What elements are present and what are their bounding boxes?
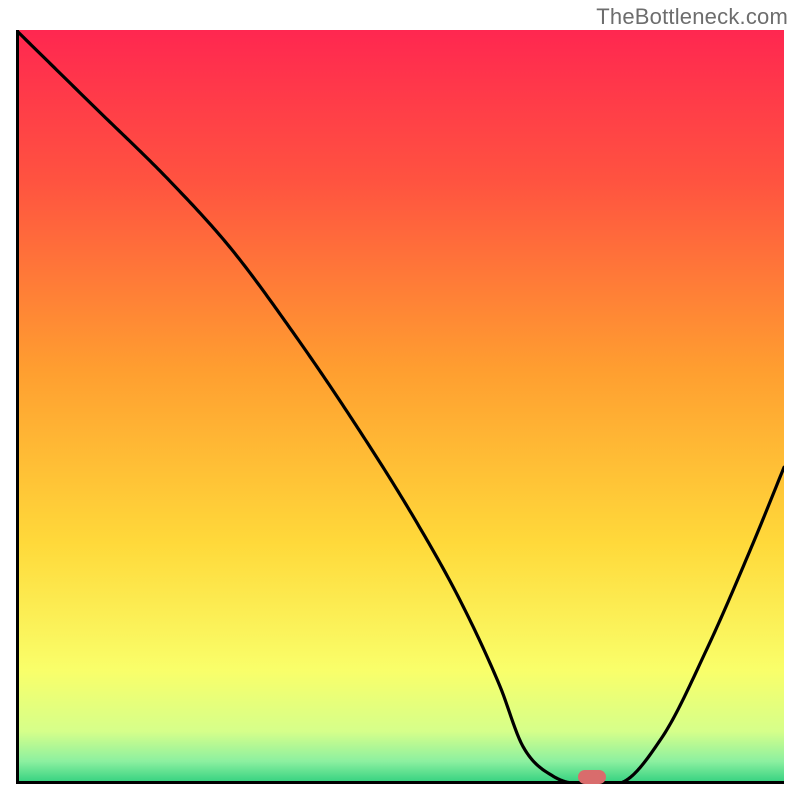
axes bbox=[16, 30, 784, 784]
watermark-text: TheBottleneck.com bbox=[596, 4, 788, 30]
chart-container: TheBottleneck.com bbox=[0, 0, 800, 800]
chart-frame bbox=[16, 30, 784, 784]
optimal-marker bbox=[578, 770, 606, 784]
